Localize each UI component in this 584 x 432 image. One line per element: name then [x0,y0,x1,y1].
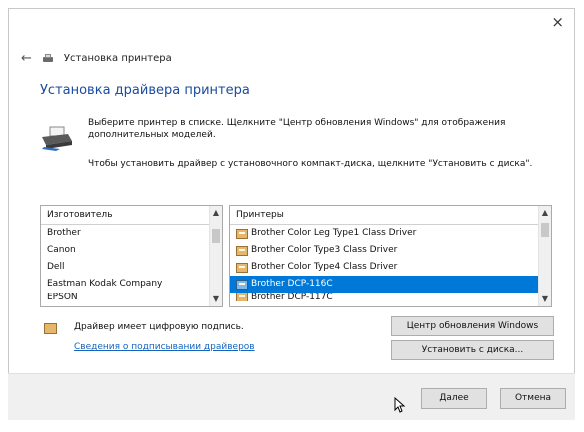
driver-icon [236,245,248,256]
cancel-button[interactable]: Отмена [500,388,566,409]
driver-icon [236,279,248,290]
driver-icon [236,262,248,273]
printer-item-selected[interactable]: Brother DCP-116C [230,276,551,293]
scroll-down-icon[interactable]: ▼ [210,292,222,306]
close-icon[interactable]: × [551,13,564,31]
printer-item[interactable]: Brother Color Type3 Class Driver [230,242,551,259]
description-have-disk: Чтобы установить драйвер с установочного… [88,159,533,169]
scroll-up-icon[interactable]: ▲ [210,206,222,220]
scroll-down-icon[interactable]: ▼ [539,292,551,306]
manufacturer-item[interactable]: Canon [41,242,222,259]
windows-update-button[interactable]: Центр обновления Windows [391,316,554,336]
dialog-footer [8,373,575,420]
manufacturer-item[interactable]: Dell [41,259,222,276]
page-heading: Установка драйвера принтера [40,83,250,98]
driver-icon [236,228,248,239]
manufacturer-list-header[interactable]: Изготовитель [41,206,222,225]
printer-item-label: Brother DCP-117C [251,293,333,301]
next-button[interactable]: Далее [421,388,487,409]
printer-item[interactable]: Brother DCP-117C [230,293,551,301]
manufacturer-scrollbar[interactable]: ▲ ▼ [209,206,222,306]
scroll-thumb[interactable] [541,222,549,237]
printer-item-label: Brother Color Type3 Class Driver [251,245,398,255]
signature-status: Драйвер имеет цифровую подпись. [74,322,244,332]
printer-scrollbar[interactable]: ▲ ▼ [538,206,551,306]
printer-icon [42,53,54,64]
printer-item-label: Brother Color Leg Type1 Class Driver [251,228,417,238]
scroll-thumb[interactable] [212,228,220,243]
manufacturer-item[interactable]: Brother [41,225,222,242]
printer-list[interactable]: Принтеры Brother Color Leg Type1 Class D… [229,205,552,307]
driver-signing-link[interactable]: Сведения о подписывании драйверов [74,342,255,352]
have-disk-button[interactable]: Установить с диска... [391,340,554,360]
printer-item[interactable]: Brother Color Leg Type1 Class Driver [230,225,551,242]
description-select-printer: Выберите принтер в списке. Щелкните "Цен… [88,118,506,140]
back-arrow-icon[interactable]: ← [21,51,32,66]
printer-list-header[interactable]: Принтеры [230,206,551,225]
manufacturer-list[interactable]: Изготовитель Brother Canon Dell Eastman … [40,205,223,307]
printer-item-label: Brother DCP-116C [251,276,333,293]
printer-large-icon [42,126,72,151]
manufacturer-item[interactable]: EPSON [41,293,222,301]
mouse-cursor-icon [394,397,406,413]
printer-item-label: Brother Color Type4 Class Driver [251,262,398,272]
driver-icon [236,293,248,301]
scroll-up-icon[interactable]: ▲ [539,206,551,220]
window-title: Установка принтера [63,53,172,64]
printer-item[interactable]: Brother Color Type4 Class Driver [230,259,551,276]
manufacturer-item[interactable]: Eastman Kodak Company [41,276,222,293]
signature-icon [44,323,57,334]
title-bar: ← Установка принтера [21,51,172,66]
